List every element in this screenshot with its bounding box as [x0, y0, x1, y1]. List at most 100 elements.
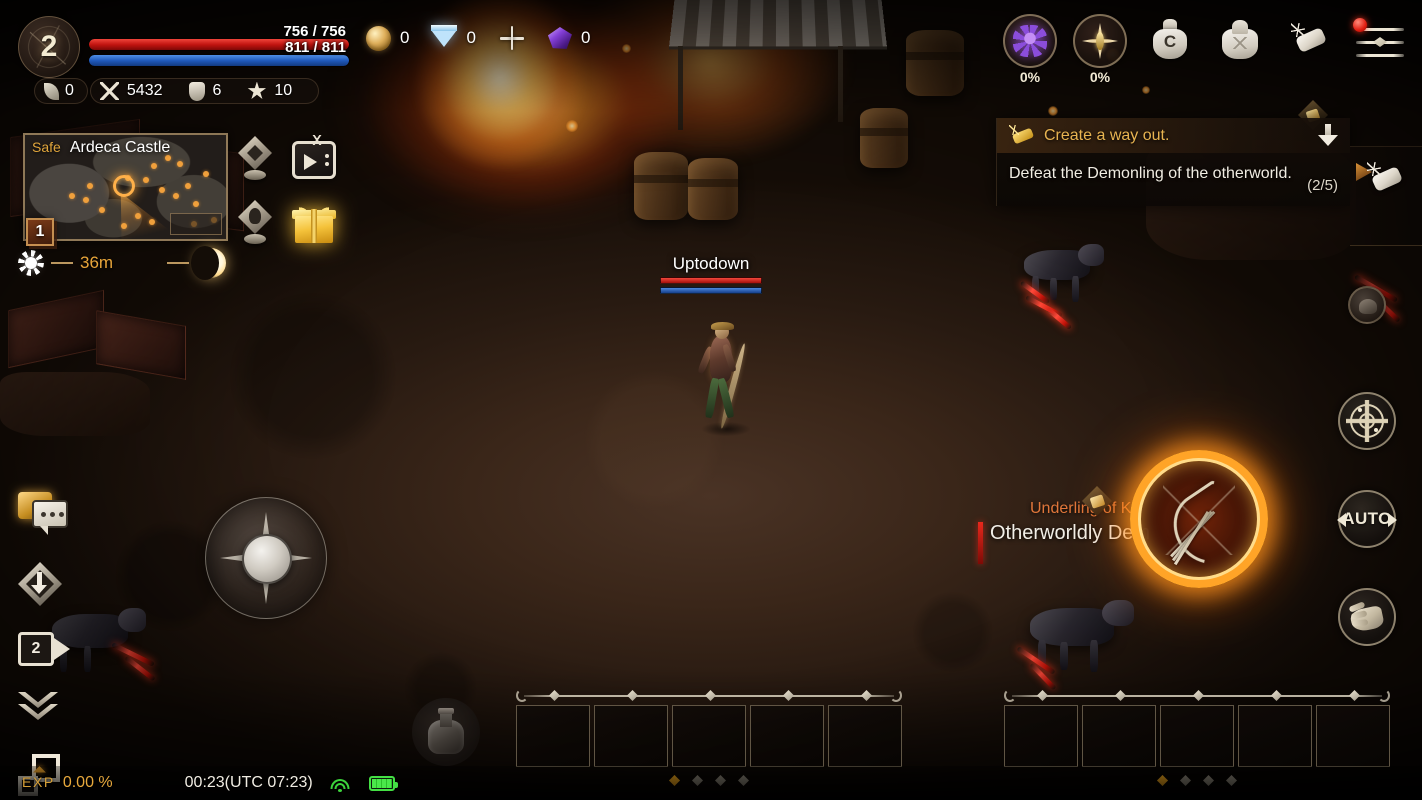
bow-and-arrows-icon	[1159, 478, 1257, 578]
rail-marker	[1115, 690, 1126, 701]
star-icon	[247, 81, 267, 99]
waypoint-pin-icon[interactable]	[236, 136, 274, 180]
level-badge[interactable]: 2	[18, 16, 80, 78]
video-player-icon[interactable]	[292, 135, 336, 179]
minimap-marker	[83, 197, 89, 203]
exp-display: EXP 0.00 %	[22, 774, 113, 792]
skill-slot[interactable]	[1316, 705, 1390, 767]
hp-value: 756 / 756	[283, 23, 346, 40]
zone-name-label: Ardeca Castle	[69, 139, 171, 156]
minimap-marker	[143, 177, 149, 183]
top-right-toolbar: 0% 0% C	[1002, 14, 1408, 85]
defense-stat-value: 6	[212, 82, 222, 99]
leaf-stat-value: 0	[65, 82, 74, 99]
flask-icon	[428, 708, 464, 754]
minimap-sub-area	[170, 213, 222, 235]
right-side-panel-tab[interactable]	[1350, 146, 1422, 246]
stat-row: 0 5432 6 10	[34, 78, 320, 104]
chat-button[interactable]	[18, 492, 70, 536]
potion-button[interactable]	[412, 698, 480, 766]
shield-icon	[188, 81, 205, 101]
exp-label: EXP	[22, 774, 55, 790]
skill-slot[interactable]	[1238, 705, 1312, 767]
target-lock-button[interactable]	[1338, 392, 1396, 450]
person-pin-icon	[238, 200, 272, 234]
rail-marker	[861, 690, 872, 701]
character-pin-icon[interactable]	[236, 200, 274, 244]
joystick-knob[interactable]	[242, 534, 292, 584]
nameplate-mp-bar	[660, 287, 762, 294]
skill-slot[interactable]	[1004, 705, 1078, 767]
compass-buff-icon[interactable]: 0%	[1072, 14, 1128, 85]
bag-icon: C	[1150, 19, 1190, 59]
scroll-icon[interactable]	[1282, 14, 1338, 60]
skill-slot[interactable]	[750, 705, 824, 767]
gold-currency[interactable]: 0	[366, 25, 410, 51]
skill-slot[interactable]	[594, 705, 668, 767]
menu-icon[interactable]	[1352, 14, 1408, 62]
crystal-value: 0	[580, 28, 591, 47]
minimap-marker	[173, 193, 179, 199]
cycle-divider	[167, 262, 190, 264]
rail-cap-left	[1004, 689, 1016, 702]
boss-hp-indicator	[978, 522, 983, 564]
camera-icon: 2	[18, 632, 54, 666]
spider-buff-icon[interactable]: 0%	[1002, 14, 1058, 85]
auto-cycle-icon	[1337, 513, 1346, 527]
skill-slot[interactable]	[516, 705, 590, 767]
leaf-icon	[44, 82, 59, 100]
purple-crystal-icon	[547, 27, 572, 49]
clock-display: 00:23(UTC 07:23)	[184, 774, 313, 791]
compass-buff-label: 0%	[1089, 69, 1111, 85]
rail-marker	[705, 690, 716, 701]
mp-bar-row: 811 / 811	[88, 39, 350, 67]
mail-icon[interactable]	[1212, 14, 1268, 59]
rail-marker	[1037, 690, 1048, 701]
auto-battle-button[interactable]: AUTO	[1337, 490, 1397, 548]
rail-marker	[1349, 690, 1360, 701]
nameplate-hp-bar	[660, 277, 762, 284]
skill-slot[interactable]	[672, 705, 746, 767]
collapse-down-icon[interactable]	[1316, 124, 1340, 150]
diamond-currency[interactable]: 0	[431, 24, 476, 48]
quest-description: Defeat the Demonling of the otherworld.	[1009, 165, 1292, 182]
flask-cork	[438, 708, 454, 714]
mp-value: 811 / 811	[285, 39, 346, 56]
quest-tracker-panel[interactable]: Create a way out. Defeat the Demonling o…	[996, 118, 1350, 206]
combat-stats-pill[interactable]: 5432 6 10	[89, 78, 320, 104]
interact-button[interactable]	[1338, 588, 1396, 646]
mail-flap	[1228, 37, 1252, 49]
status-bar: EXP 0.00 % 00:23(UTC 07:23)	[0, 766, 1422, 800]
quest-body: Defeat the Demonling of the otherworld. …	[997, 153, 1350, 206]
cycle-divider	[51, 262, 73, 264]
coin-bag-icon[interactable]: C	[1142, 14, 1198, 59]
crystal-currency[interactable]: 0	[547, 27, 591, 49]
minimap-marker	[121, 223, 127, 229]
collapse-hud-button[interactable]	[18, 692, 58, 728]
skill-slot[interactable]	[1082, 705, 1156, 767]
rating-stat-value: 10	[274, 82, 293, 99]
quest-progress: (2/5)	[1307, 177, 1338, 194]
player-nameplate: Uptodown	[660, 254, 762, 294]
skillbar-rail	[516, 689, 902, 703]
basic-attack-button[interactable]	[1130, 450, 1268, 588]
add-currency-button[interactable]	[498, 24, 526, 52]
camera-button[interactable]: 2	[18, 632, 70, 666]
gold-value: 0	[400, 28, 410, 47]
safe-zone-label: Safe	[32, 139, 61, 155]
gift-reward-icon[interactable]	[292, 203, 336, 243]
minimap-marker	[135, 213, 141, 219]
chat-bubble-icon	[32, 500, 68, 535]
movement-joystick[interactable]	[205, 497, 327, 619]
skill-slot[interactable]	[828, 705, 902, 767]
flask-neck	[440, 713, 452, 727]
skill-slot[interactable]	[1160, 705, 1234, 767]
crosshair-radar-icon	[1346, 400, 1388, 442]
tv-antenna	[305, 135, 329, 145]
pickup-button[interactable]	[18, 562, 62, 606]
channel-badge[interactable]: 1	[26, 218, 54, 246]
minimap-label: Safe Ardeca Castle	[32, 139, 170, 157]
leaf-stat-pill[interactable]: 0	[34, 78, 88, 104]
minimap-marker	[99, 207, 105, 213]
minimized-icon-button[interactable]	[1348, 286, 1386, 324]
